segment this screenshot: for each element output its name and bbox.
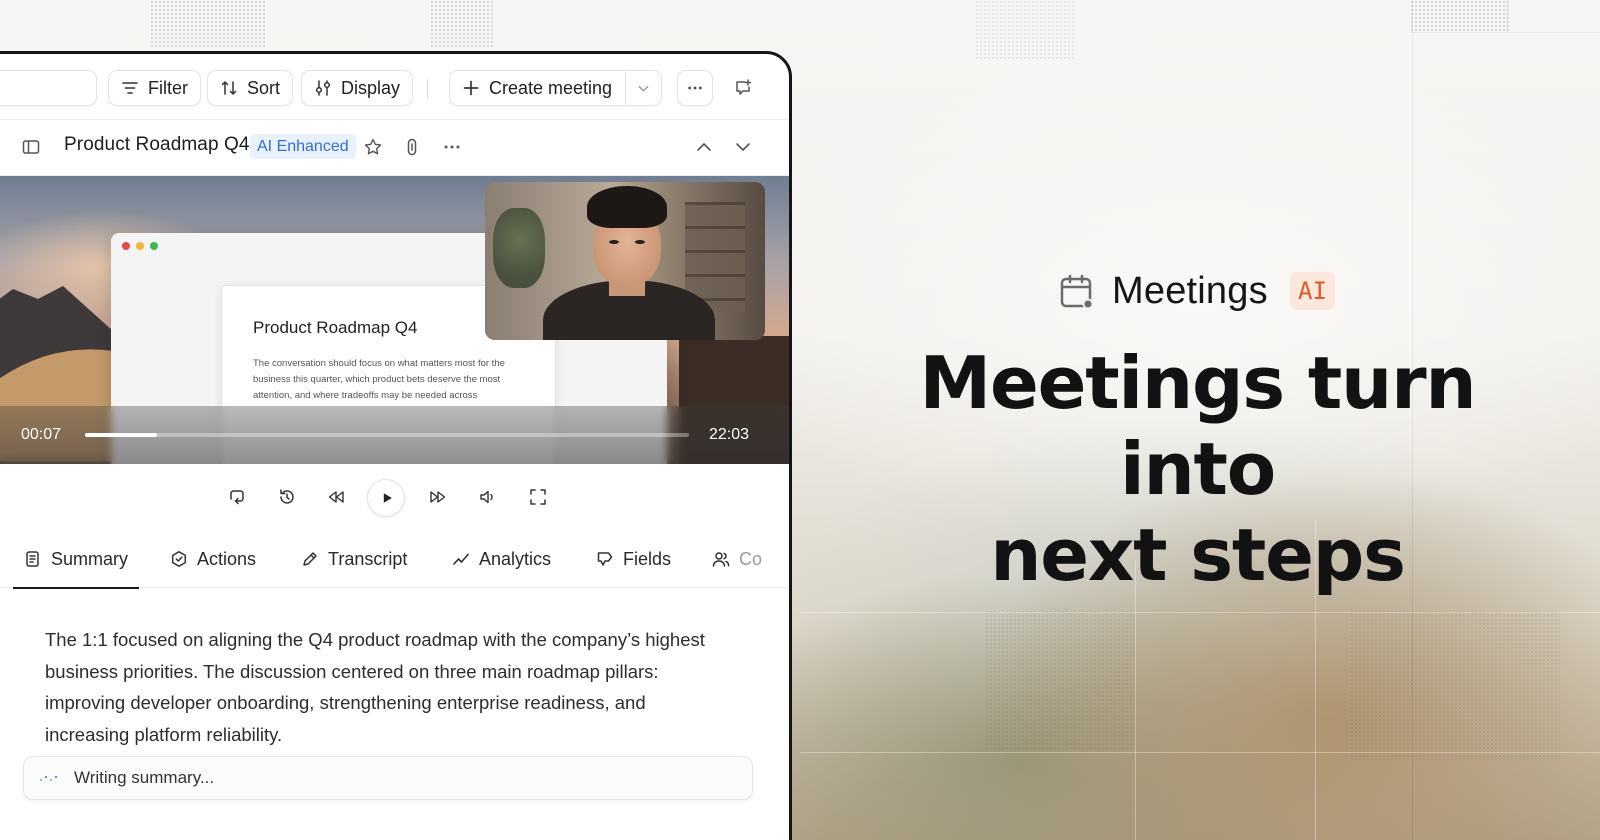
chevron-down-icon[interactable] <box>733 137 753 157</box>
volume-icon[interactable] <box>478 487 498 507</box>
sort-arrows-icon <box>221 81 237 95</box>
meeting-title: Product Roadmap Q4 <box>64 134 250 155</box>
tab-label: Analytics <box>479 548 552 569</box>
tab-analytics[interactable]: Analytics <box>452 530 551 588</box>
fast-forward-icon[interactable] <box>428 487 448 507</box>
star-icon[interactable] <box>363 137 383 157</box>
duration: 22:03 <box>709 426 750 443</box>
shared-document-title: Product Roadmap Q4 <box>253 318 418 337</box>
participant-eye <box>635 240 645 244</box>
tab-label: Summary <box>51 548 129 569</box>
headline-line-2: next steps <box>990 513 1406 597</box>
filter-icon <box>122 82 138 94</box>
bg-grid-line <box>1135 560 1136 840</box>
writing-summary-status: Writing summary... <box>23 756 753 800</box>
bg-dot-pattern <box>1350 610 1560 760</box>
bg-dot-pattern <box>975 0 1075 60</box>
bg-dot-pattern <box>150 0 265 48</box>
ai-enhanced-badge: AI Enhanced <box>250 134 356 159</box>
window-minimize-dot <box>136 242 144 250</box>
video-player[interactable]: Product Roadmap Q4 The conversation shou… <box>0 176 789 464</box>
chevron-up-icon[interactable] <box>694 137 714 157</box>
participant-eye <box>609 240 619 244</box>
chevron-down-icon[interactable] <box>637 82 650 95</box>
feedback-icon[interactable] <box>733 78 753 98</box>
analytics-line-icon <box>453 553 469 565</box>
video-scrubber-bar: 00:07 22:03 <box>0 406 789 464</box>
contacts-people-icon <box>712 552 730 567</box>
app-window: Filter Sort Display Create meeting Produ… <box>0 51 792 840</box>
toolbar: Filter Sort Display Create meeting <box>0 54 789 120</box>
filter-button[interactable]: Filter <box>108 70 201 106</box>
writing-summary-text: Writing summary... <box>74 768 215 787</box>
loading-dots-icon <box>39 775 58 782</box>
fields-tag-icon <box>597 552 613 566</box>
tab-label: Actions <box>197 548 257 569</box>
fullscreen-icon[interactable] <box>528 487 548 507</box>
progress-track[interactable] <box>85 433 689 437</box>
headline-line-1: Meetings turn into <box>919 341 1477 511</box>
bg-dot-pattern <box>430 0 495 48</box>
toolbar-divider <box>427 79 428 99</box>
more-options-button[interactable] <box>677 70 713 106</box>
create-meeting-button[interactable]: Create meeting <box>449 70 662 106</box>
tab-label: Transcript <box>328 548 408 569</box>
participant-camera <box>485 182 765 340</box>
tab-label: Co <box>739 548 763 569</box>
window-close-dot <box>122 242 130 250</box>
participant-hair <box>587 186 667 228</box>
summary-doc-icon <box>26 551 39 567</box>
playback-controls <box>0 464 789 530</box>
summary-text: The 1:1 focused on aligning the Q4 produ… <box>45 629 705 745</box>
tab-summary[interactable]: Summary <box>13 530 140 589</box>
meeting-tabs: Summary Actions Transcript Analytics Fie… <box>0 530 789 589</box>
camera-plant <box>493 208 545 288</box>
transcript-pen-icon <box>303 552 317 566</box>
tab-actions[interactable]: Actions <box>170 530 256 588</box>
tab-contacts[interactable]: Co <box>712 530 762 588</box>
loop-icon[interactable] <box>227 487 247 507</box>
link-icon[interactable] <box>402 137 422 157</box>
display-label: Display <box>341 77 401 98</box>
sort-label: Sort <box>247 77 281 98</box>
display-button[interactable]: Display <box>301 70 414 106</box>
play-icon <box>383 493 392 503</box>
create-meeting-divider <box>625 71 626 105</box>
hero-headline: Meetings turn into next steps <box>860 340 1535 598</box>
bg-dot-pattern <box>1410 0 1510 32</box>
window-zoom-dot <box>150 242 158 250</box>
search-field[interactable] <box>0 70 97 106</box>
bg-grid-line <box>1506 0 1507 32</box>
more-dots-icon[interactable] <box>442 137 462 157</box>
plus-icon <box>463 80 479 96</box>
actions-icon <box>171 551 187 567</box>
meeting-header: Product Roadmap Q4 AI Enhanced <box>0 120 789 176</box>
calendar-icon <box>1060 274 1094 310</box>
current-time: 00:07 <box>21 426 62 443</box>
filter-label: Filter <box>148 77 188 98</box>
create-meeting-label: Create meeting <box>489 77 613 98</box>
brand-ai-badge: AI <box>1290 272 1335 310</box>
rewind-icon[interactable] <box>326 487 346 507</box>
bg-dot-pattern <box>985 610 1135 750</box>
display-sliders-icon <box>315 80 331 96</box>
brand-name: Meetings <box>1112 270 1268 312</box>
replay-icon[interactable] <box>277 487 297 507</box>
bg-grid-line <box>800 612 1600 613</box>
tab-fields[interactable]: Fields <box>596 530 671 588</box>
bg-grid-line <box>800 752 1600 753</box>
sidebar-toggle-icon[interactable] <box>21 137 41 157</box>
play-button[interactable] <box>367 479 405 517</box>
shared-document-body: The conversation should focus on what ma… <box>253 358 505 401</box>
progress-fill <box>85 433 158 437</box>
sort-button[interactable]: Sort <box>207 70 294 106</box>
bg-grid-line <box>1412 32 1600 33</box>
tab-transcript[interactable]: Transcript <box>301 530 407 588</box>
more-dots-icon <box>688 86 702 90</box>
tab-label: Fields <box>623 548 672 569</box>
